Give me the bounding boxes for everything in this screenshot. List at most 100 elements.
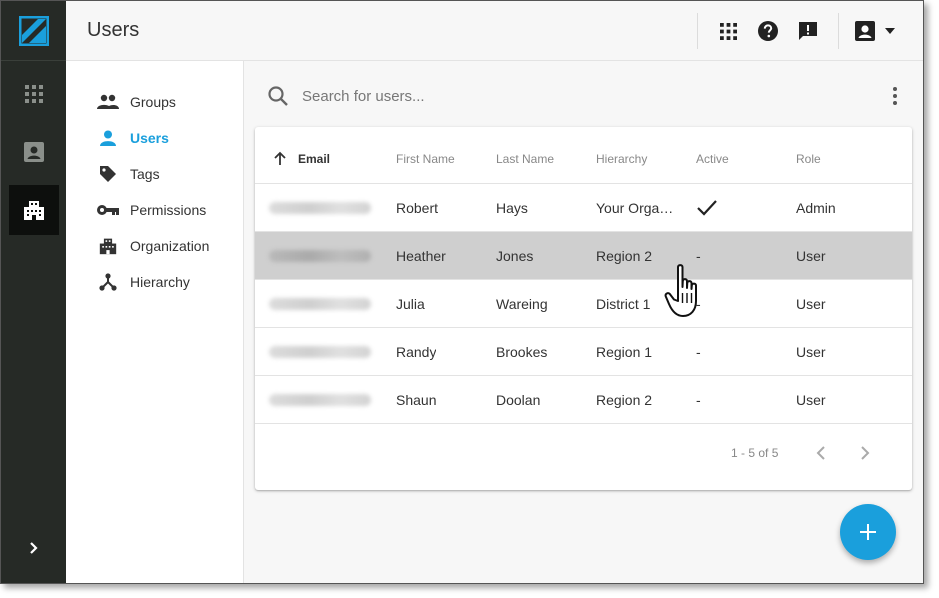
person-icon	[96, 126, 120, 150]
active-cell: -	[696, 344, 701, 360]
last-name-cell: Doolan	[496, 392, 541, 408]
nav-item-label: Groups	[130, 94, 176, 110]
search-input[interactable]	[302, 83, 722, 109]
last-name-cell: Jones	[496, 248, 534, 264]
previous-page-button[interactable]	[808, 440, 834, 466]
help-button[interactable]	[754, 17, 782, 45]
header-divider	[697, 13, 698, 49]
apps-grid-icon	[719, 22, 737, 40]
rail-apps-button[interactable]	[9, 69, 59, 119]
column-header-email[interactable]: Email	[298, 152, 330, 166]
email-cell-redacted	[269, 250, 371, 262]
nav-item-users[interactable]: Users	[96, 126, 169, 150]
hierarchy-cell: District 1	[596, 296, 651, 312]
rail-organization-button[interactable]	[9, 185, 59, 235]
email-cell-redacted	[269, 394, 371, 406]
chevron-right-icon	[861, 446, 870, 460]
table-row[interactable]: Randy Brookes Region 1 - User	[255, 328, 912, 376]
contact-card-icon	[24, 142, 44, 162]
hierarchy-icon	[96, 270, 120, 294]
hierarchy-cell: Region 2	[596, 248, 653, 264]
role-cell: User	[796, 296, 826, 312]
people-icon	[96, 90, 120, 114]
role-cell: User	[796, 392, 826, 408]
account-menu-button[interactable]	[854, 17, 904, 45]
column-header-role[interactable]: Role	[796, 152, 821, 166]
help-icon	[758, 21, 778, 41]
first-name-cell: Randy	[396, 344, 437, 360]
chevron-right-icon	[29, 542, 38, 554]
active-cell: -	[696, 248, 701, 264]
key-icon	[96, 198, 120, 222]
hierarchy-cell: Region 2	[596, 392, 653, 408]
rail-contacts-button[interactable]	[9, 127, 59, 177]
first-name-cell: Heather	[396, 248, 446, 264]
active-cell: -	[696, 392, 701, 408]
settings-nav: Groups Users Tags Permissions Organizati…	[66, 61, 244, 583]
main-content: Email First Name Last Name Hierarchy Act…	[245, 61, 923, 583]
last-name-cell: Hays	[496, 200, 528, 216]
role-cell: User	[796, 248, 826, 264]
column-header-active[interactable]: Active	[696, 152, 729, 166]
nav-item-label: Permissions	[130, 202, 207, 218]
active-cell: -	[696, 296, 701, 312]
hierarchy-cell: Region 1	[596, 344, 653, 360]
nav-item-groups[interactable]: Groups	[96, 90, 176, 114]
app-window: Users Groups Users Tags Permissions Orga…	[0, 0, 924, 584]
first-name-cell: Julia	[396, 296, 425, 312]
apps-button[interactable]	[714, 17, 742, 45]
more-options-button[interactable]	[883, 83, 907, 109]
app-rail	[1, 1, 66, 583]
role-cell: User	[796, 344, 826, 360]
role-cell: Admin	[796, 200, 836, 216]
last-name-cell: Wareing	[496, 296, 548, 312]
page-title: Users	[87, 19, 140, 41]
next-page-button[interactable]	[852, 440, 878, 466]
last-name-cell: Brookes	[496, 344, 548, 360]
first-name-cell: Robert	[396, 200, 439, 216]
more-vert-icon	[893, 87, 897, 105]
feedback-icon	[799, 22, 817, 40]
add-user-button[interactable]	[840, 504, 896, 560]
email-cell-redacted	[269, 298, 371, 310]
email-cell-redacted	[269, 202, 371, 214]
column-header-hierarchy[interactable]: Hierarchy	[596, 152, 647, 166]
nav-item-permissions[interactable]: Permissions	[96, 198, 206, 222]
plus-icon	[860, 524, 876, 540]
nav-item-label: Tags	[130, 166, 160, 182]
feedback-button[interactable]	[794, 17, 822, 45]
hierarchy-cell: Your Orga…	[596, 200, 674, 216]
check-icon	[697, 200, 717, 216]
column-header-last-name[interactable]: Last Name	[496, 152, 554, 166]
nav-item-label: Users	[130, 130, 169, 146]
users-table: Email First Name Last Name Hierarchy Act…	[255, 127, 912, 490]
account-box-icon	[855, 21, 875, 41]
column-header-first-name[interactable]: First Name	[396, 152, 455, 166]
table-row[interactable]: Robert Hays Your Orga… Admin	[255, 184, 912, 232]
nav-item-label: Hierarchy	[130, 274, 190, 290]
apps-grid-icon	[25, 85, 43, 103]
table-header: Email First Name Last Name Hierarchy Act…	[255, 127, 912, 184]
chevron-left-icon	[816, 446, 825, 460]
rail-expand-button[interactable]	[1, 523, 66, 573]
building-icon	[24, 201, 44, 220]
table-row[interactable]: Julia Wareing District 1 - User	[255, 280, 912, 328]
header-divider	[838, 13, 839, 49]
pagination-range: 1 - 5 of 5	[731, 446, 779, 460]
top-header: Users	[66, 1, 923, 61]
nav-item-hierarchy[interactable]: Hierarchy	[96, 270, 190, 294]
tag-icon	[96, 162, 120, 186]
caret-down-icon	[885, 28, 895, 34]
table-row[interactable]: Shaun Doolan Region 2 - User	[255, 376, 912, 424]
table-row[interactable]: Heather Jones Region 2 - User	[255, 232, 912, 280]
pagination: 1 - 5 of 5	[255, 432, 912, 472]
slash-logo-icon	[18, 15, 49, 46]
nav-item-label: Organization	[130, 238, 210, 254]
sort-ascending-icon[interactable]	[272, 150, 288, 166]
logo[interactable]	[1, 1, 66, 61]
search-icon	[268, 86, 288, 106]
building-icon	[96, 234, 120, 258]
nav-item-organization[interactable]: Organization	[96, 234, 209, 258]
nav-item-tags[interactable]: Tags	[96, 162, 160, 186]
first-name-cell: Shaun	[396, 392, 437, 408]
